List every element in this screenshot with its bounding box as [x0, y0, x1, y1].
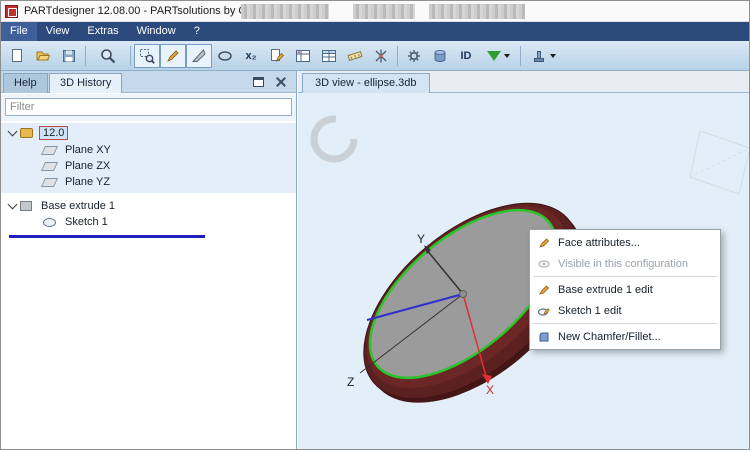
history-tree: 12.0 Plane XY Plane ZX Plane YZ Base ext… [1, 121, 296, 449]
variables-glyph: x₂ [245, 49, 257, 62]
view-tab-strip: 3D view - ellipse.3db [298, 71, 749, 93]
sketch-icon [43, 217, 56, 227]
part-cylinder-icon[interactable] [427, 44, 453, 68]
toolbar-separator [130, 45, 131, 66]
dimension-table-icon[interactable] [290, 44, 316, 68]
menu-help[interactable]: ? [185, 22, 209, 41]
history-panel: Help 3D History 12.0 Plane XY Plane ZX [1, 71, 297, 449]
edit-sketch-icon[interactable] [160, 43, 186, 68]
part-icon [20, 128, 33, 138]
menu-item-label: Visible in this configuration [558, 257, 689, 270]
drop-indicator-line [9, 235, 205, 238]
stamp-dropdown-button[interactable] [524, 44, 562, 68]
menu-view[interactable]: View [37, 22, 79, 41]
toolbar-separator [397, 45, 398, 66]
close-panel-icon[interactable] [275, 76, 286, 87]
float-panel-icon[interactable] [253, 77, 264, 87]
tree-item-plane-yz[interactable]: Plane YZ [40, 174, 113, 190]
chevron-down-icon [549, 53, 556, 58]
menu-item-new-chamfer-fillet[interactable]: New Chamfer/Fillet... [530, 326, 720, 347]
menu-item-sketch-edit[interactable]: Sketch 1 edit [530, 300, 720, 321]
context-menu: Face attributes... Visible in this confi… [529, 229, 721, 350]
section-tool-icon[interactable] [186, 43, 212, 68]
filter-row [1, 94, 296, 121]
tab-3d-history[interactable]: 3D History [49, 73, 123, 93]
id-button[interactable]: ID [453, 44, 479, 68]
chevron-expanded-icon[interactable] [7, 199, 18, 210]
menu-item-base-extrude-edit[interactable]: Base extrude 1 edit [530, 279, 720, 300]
tree-item-label[interactable]: Base extrude 1 [38, 200, 118, 212]
menu-item-visible-in-configuration: Visible in this configuration [530, 253, 720, 274]
axes-icon[interactable] [368, 44, 394, 68]
document-edit-icon[interactable] [264, 44, 290, 68]
menu-item-face-attributes[interactable]: Face attributes... [530, 232, 720, 253]
variables-icon[interactable]: x₂ [238, 44, 264, 68]
menu-separator [533, 323, 717, 324]
chevron-expanded-icon[interactable] [7, 126, 18, 137]
tree-item-label[interactable]: 12.0 [39, 126, 69, 140]
redacted-region [241, 4, 329, 19]
menu-item-label: Base extrude 1 edit [558, 283, 653, 296]
save-icon[interactable] [56, 44, 82, 68]
rotate-compass-icon[interactable] [310, 115, 358, 163]
main-toolbar: x₂ ID [1, 41, 749, 71]
plane-icon [40, 145, 59, 155]
filter-dropdown-button[interactable] [479, 44, 517, 68]
redacted-region [429, 4, 525, 19]
origin-point[interactable] [459, 290, 467, 298]
tree-item-label[interactable]: Plane ZX [62, 160, 113, 172]
tree-item-root[interactable]: 12.0 [7, 125, 69, 141]
tab-help[interactable]: Help [3, 73, 48, 93]
zoom-icon[interactable] [89, 44, 127, 68]
chevron-down-icon [503, 53, 510, 58]
app-icon [5, 4, 18, 18]
settings-icon[interactable] [401, 44, 427, 68]
partdesigner-window: PARTdesigner 12.08.00 - PARTsolutions by… [0, 0, 750, 450]
axis-x-label: X [486, 383, 494, 397]
menu-separator [533, 276, 717, 277]
new-document-icon[interactable] [4, 44, 30, 68]
table-icon[interactable] [316, 44, 342, 68]
chamfer-icon [535, 331, 553, 343]
pencil-icon [535, 284, 553, 296]
tree-item-base-extrude[interactable]: Base extrude 1 [7, 198, 118, 214]
left-tab-strip: Help 3D History [1, 71, 296, 93]
toolbar-separator [520, 45, 521, 66]
axis-y-label: Y [417, 232, 425, 246]
tree-item-plane-zx[interactable]: Plane ZX [40, 158, 113, 174]
menu-item-label: New Chamfer/Fillet... [558, 330, 661, 343]
eye-icon [535, 258, 553, 270]
filter-icon [486, 50, 501, 61]
stamp-icon [533, 50, 544, 62]
filter-input[interactable] [5, 98, 292, 116]
tree-item-sketch[interactable]: Sketch 1 [43, 214, 111, 230]
menu-window[interactable]: Window [128, 22, 185, 41]
axis-z-label: Z [347, 375, 354, 389]
title-bar: PARTdesigner 12.08.00 - PARTsolutions by… [1, 1, 749, 22]
menu-item-label: Sketch 1 edit [558, 304, 622, 317]
tab-3d-view[interactable]: 3D view - ellipse.3db [302, 73, 430, 93]
faint-cube-sketch [689, 130, 749, 195]
toolbar-separator [85, 45, 86, 66]
sketch-edit-icon [535, 305, 553, 317]
id-glyph: ID [460, 49, 472, 62]
tree-item-label[interactable]: Plane XY [62, 144, 114, 156]
tree-item-plane-xy[interactable]: Plane XY [40, 142, 114, 158]
open-folder-icon[interactable] [30, 44, 56, 68]
menu-bar: File View Extras Window ? [1, 22, 749, 41]
pencil-icon [535, 237, 553, 249]
redacted-region [353, 4, 415, 19]
menu-file[interactable]: File [1, 22, 37, 41]
ellipse-tool-icon[interactable] [212, 44, 238, 68]
measure-icon[interactable] [342, 44, 368, 68]
zoom-window-icon[interactable] [134, 43, 160, 68]
plane-icon [40, 177, 59, 187]
menu-item-label: Face attributes... [558, 236, 640, 249]
tree-item-label[interactable]: Sketch 1 [62, 216, 111, 228]
plane-icon [40, 161, 59, 171]
extrude-icon [20, 201, 32, 211]
menu-extras[interactable]: Extras [78, 22, 127, 41]
tree-item-label[interactable]: Plane YZ [62, 176, 113, 188]
